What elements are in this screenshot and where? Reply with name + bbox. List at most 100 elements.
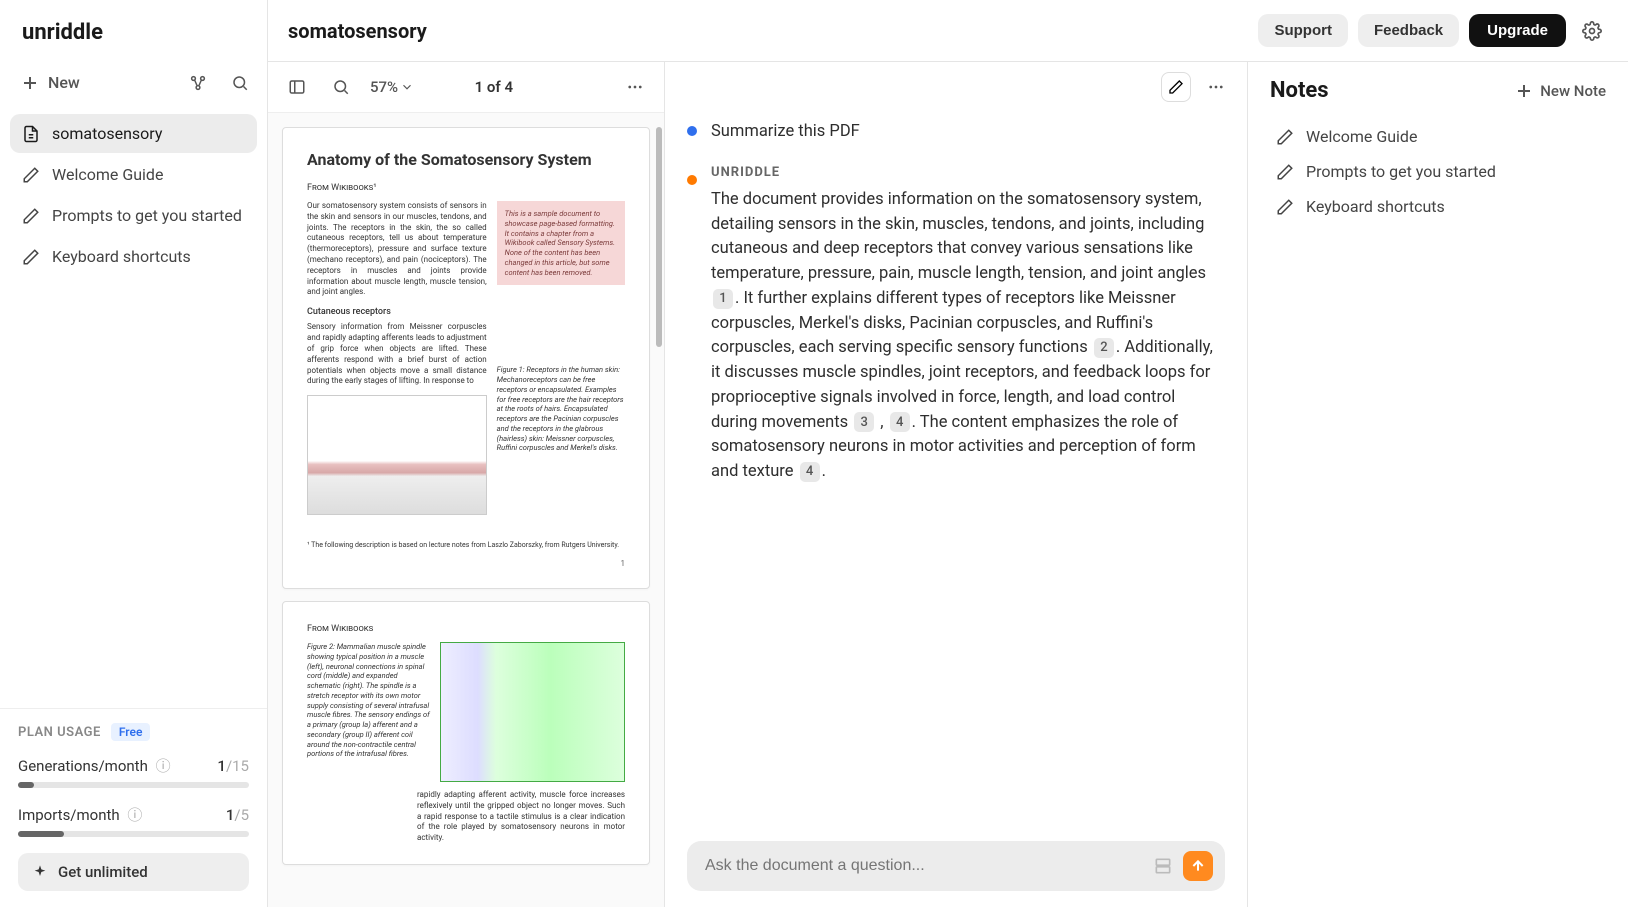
get-unlimited-button[interactable]: Get unlimited — [18, 853, 249, 891]
note-item-prompts[interactable]: Prompts to get you started — [1270, 154, 1606, 189]
ai-message-text: The document provides information on the… — [711, 188, 1219, 485]
edit-icon[interactable] — [1161, 72, 1191, 102]
graph-icon[interactable] — [183, 68, 213, 98]
support-button[interactable]: Support — [1258, 14, 1348, 47]
pdf-intro-text: Our somatosensory system consists of sen… — [307, 201, 487, 298]
generations-max: /15 — [226, 757, 249, 775]
generations-bar — [18, 782, 249, 788]
sidebar-search-icon[interactable] — [225, 68, 255, 98]
pdf-sample-note: This is a sample document to showcase pa… — [497, 201, 625, 285]
sidebar-toggle-icon[interactable] — [282, 72, 312, 102]
pencil-icon — [22, 207, 40, 225]
info-icon[interactable]: ⓘ — [127, 806, 142, 824]
ai-dot-icon — [687, 175, 697, 185]
upgrade-button[interactable]: Upgrade — [1469, 14, 1566, 47]
pdf-page: From Wikibooks Figure 2: Mammalian muscl… — [282, 601, 650, 865]
citation-badge[interactable]: 1 — [713, 289, 733, 309]
pdf-figure-caption: Figure 1: Receptors in the human skin: M… — [497, 365, 625, 453]
sidebar-item-label: somatosensory — [52, 124, 162, 143]
pdf-page-subtitle: From Wikibooks¹ — [307, 183, 625, 193]
imports-label: Imports/month ⓘ — [18, 804, 142, 825]
pdf-section-body: Sensory information from Meissner corpus… — [307, 322, 487, 387]
pencil-icon — [1276, 198, 1294, 216]
new-note-button[interactable]: New Note — [1516, 82, 1606, 100]
pdf-page: Anatomy of the Somatosensory System From… — [282, 127, 650, 589]
sidebar-item-welcome-guide[interactable]: Welcome Guide — [10, 155, 257, 194]
chat-input-box — [687, 841, 1225, 891]
get-unlimited-label: Get unlimited — [58, 863, 148, 881]
pdf-section-heading: Cutaneous receptors — [307, 306, 487, 318]
note-item-label: Welcome Guide — [1306, 127, 1417, 146]
pdf-figure-1 — [307, 395, 487, 515]
sidebar-item-label: Welcome Guide — [52, 165, 163, 184]
document-icon — [22, 125, 40, 143]
sidebar-plan-section: PLAN USAGE Free Generations/month ⓘ 1/15… — [0, 708, 267, 907]
user-message: Summarize this PDF — [687, 116, 1219, 145]
sidebar: unriddle New somatosensory — [0, 0, 268, 907]
sidebar-item-prompts[interactable]: Prompts to get you started — [10, 196, 257, 235]
plus-icon — [22, 75, 38, 91]
layout-icon[interactable] — [1153, 856, 1173, 876]
arrow-up-icon — [1190, 858, 1206, 874]
pdf-more-icon[interactable] — [620, 72, 650, 102]
topbar: somatosensory Support Feedback Upgrade — [268, 0, 1628, 62]
chevron-down-icon — [400, 80, 414, 94]
citation-badge[interactable]: 4 — [800, 462, 820, 482]
note-item-shortcuts[interactable]: Keyboard shortcuts — [1270, 189, 1606, 224]
logo: unriddle — [0, 0, 267, 57]
pdf-body-text: rapidly adapting afferent activity, musc… — [307, 790, 625, 844]
sidebar-item-shortcuts[interactable]: Keyboard shortcuts — [10, 237, 257, 276]
pencil-icon — [1276, 128, 1294, 146]
imports-max: /5 — [234, 806, 249, 824]
send-button[interactable] — [1183, 851, 1213, 881]
citation-badge[interactable]: 4 — [890, 412, 910, 432]
plus-icon — [1516, 83, 1532, 99]
document-title[interactable]: somatosensory — [288, 19, 427, 43]
pdf-page-subtitle: From Wikibooks — [307, 624, 625, 634]
plan-badge: Free — [111, 723, 151, 741]
user-message-text: Summarize this PDF — [711, 120, 1219, 145]
chat-scroll-area[interactable]: Summarize this PDF UNRIDDLE The document… — [665, 112, 1247, 829]
pdf-page-number: 1 — [307, 559, 625, 568]
new-button-label: New — [48, 73, 80, 92]
new-button[interactable]: New — [12, 65, 90, 100]
pencil-icon — [22, 166, 40, 184]
new-note-label: New Note — [1540, 82, 1606, 100]
ai-label: UNRIDDLE — [711, 165, 1219, 180]
sidebar-nav: somatosensory Welcome Guide Prompts to g… — [0, 108, 267, 708]
pdf-scrollbar[interactable] — [656, 127, 662, 347]
pdf-toolbar: 57% 1 of 4 — [268, 62, 664, 113]
page-indicator: 1 of 4 — [475, 78, 513, 96]
pdf-page-title: Anatomy of the Somatosensory System — [307, 150, 625, 169]
sidebar-item-somatosensory[interactable]: somatosensory — [10, 114, 257, 153]
pdf-search-icon[interactable] — [326, 72, 356, 102]
pencil-icon — [1276, 163, 1294, 181]
pdf-figure-2 — [440, 642, 625, 782]
info-icon[interactable]: ⓘ — [156, 757, 171, 775]
pdf-footnote: ¹ The following description is based on … — [307, 541, 625, 549]
note-item-label: Keyboard shortcuts — [1306, 197, 1445, 216]
sparkle-icon — [32, 864, 48, 880]
citation-badge[interactable]: 3 — [854, 412, 874, 432]
pdf-scroll-area[interactable]: Anatomy of the Somatosensory System From… — [268, 113, 664, 907]
chat-input[interactable] — [705, 857, 1143, 875]
imports-bar — [18, 831, 249, 837]
pdf-viewer: 57% 1 of 4 Anatomy of the Somatosensory … — [268, 62, 665, 907]
zoom-dropdown[interactable]: 57% — [370, 78, 414, 96]
citation-badge[interactable]: 2 — [1094, 338, 1114, 358]
sidebar-item-label: Keyboard shortcuts — [52, 247, 191, 266]
pencil-icon — [22, 248, 40, 266]
notes-panel: Notes New Note Welcome Guide Prompts to … — [1248, 62, 1628, 907]
generations-label: Generations/month ⓘ — [18, 755, 171, 776]
note-item-welcome-guide[interactable]: Welcome Guide — [1270, 119, 1606, 154]
sidebar-item-label: Prompts to get you started — [52, 206, 242, 225]
note-item-label: Prompts to get you started — [1306, 162, 1496, 181]
pdf-figure-caption: Figure 2: Mammalian muscle spindle showi… — [307, 642, 430, 759]
chat-more-icon[interactable] — [1201, 72, 1231, 102]
notes-title: Notes — [1270, 78, 1329, 103]
ai-message: UNRIDDLE The document provides informati… — [687, 165, 1219, 485]
plan-usage-label: PLAN USAGE — [18, 725, 101, 740]
settings-icon[interactable] — [1576, 15, 1608, 47]
feedback-button[interactable]: Feedback — [1358, 14, 1459, 47]
user-dot-icon — [687, 126, 697, 136]
